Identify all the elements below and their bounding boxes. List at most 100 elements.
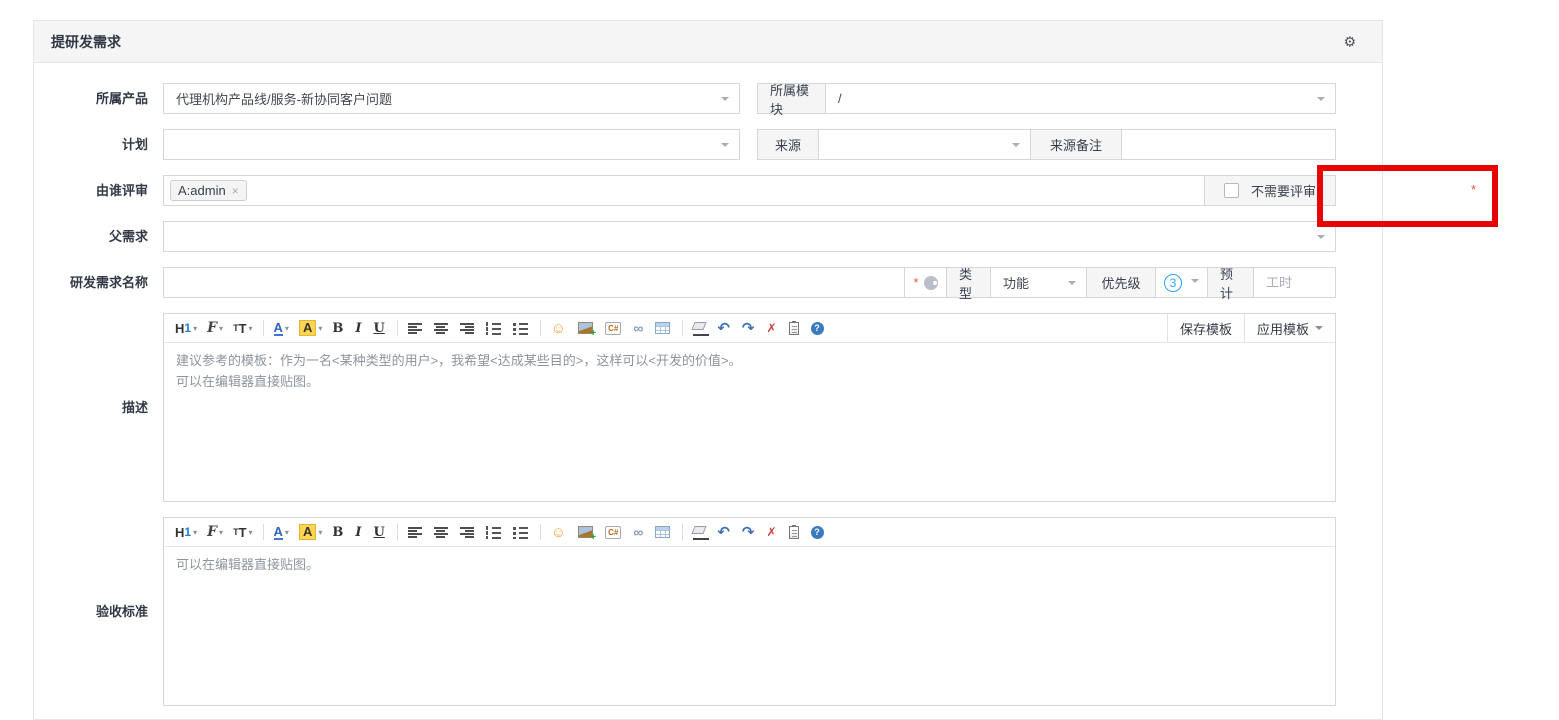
link-icon[interactable]: ∞	[629, 317, 649, 339]
align-left-icon[interactable]	[404, 317, 428, 339]
font-size-icon[interactable]: T T ▾	[229, 317, 256, 339]
apply-template-button[interactable]: 应用模板	[1243, 314, 1335, 342]
product-select[interactable]: 代理机构产品线/服务-新协同客户问题	[163, 83, 740, 114]
acceptance-label: 验收标准	[95, 603, 148, 619]
align-center-icon[interactable]	[430, 521, 454, 543]
font-color-icon[interactable]: A ▾	[270, 317, 293, 339]
table-icon[interactable]	[651, 317, 676, 339]
align-right-icon[interactable]	[456, 521, 480, 543]
priority-select[interactable]: 3	[1155, 267, 1208, 298]
heading-icon[interactable]: H 1 ▾	[171, 521, 201, 543]
color-palette-icon[interactable]	[923, 275, 938, 290]
chevron-down-icon	[1068, 280, 1076, 289]
code-snippet-icon[interactable]: C#	[601, 317, 627, 339]
source-note-input[interactable]	[1134, 130, 1323, 159]
chevron-down-icon: ▾	[193, 323, 198, 333]
highlight-color-icon[interactable]: A ▾	[295, 521, 326, 543]
underline-icon[interactable]: U	[369, 521, 390, 543]
row-product-controls: 代理机构产品线/服务-新协同客户问题 所属模块 /	[163, 83, 1336, 117]
italic-icon[interactable]: I	[351, 317, 367, 339]
emoticon-icon[interactable]: ☺	[547, 317, 572, 339]
reviewer-multiselect[interactable]: A:admin ×	[163, 175, 1205, 206]
undo-icon[interactable]: ↶	[713, 317, 736, 339]
heading-icon[interactable]: H 1 ▾	[171, 317, 201, 339]
redo-icon[interactable]: ↷	[738, 317, 761, 339]
font-family-icon[interactable]: F ▾	[203, 317, 227, 339]
glyph	[485, 321, 501, 335]
font-family-icon[interactable]: F ▾	[203, 521, 227, 543]
story-form: 所属产品 代理机构产品线/服务-新协同客户问题 所属模块 / 计划 来源 来源备…	[34, 63, 1498, 706]
story-name-input[interactable]	[176, 268, 892, 297]
code-snippet-icon[interactable]: C#	[601, 521, 627, 543]
remove-format-icon[interactable]	[689, 317, 711, 339]
remove-tag-icon[interactable]: ×	[232, 184, 239, 198]
chevron-down-icon	[1317, 96, 1325, 105]
story-name-field[interactable]	[163, 267, 905, 298]
template-buttons: 保存模板 应用模板	[1166, 314, 1335, 342]
font-size-icon[interactable]: T T ▾	[229, 521, 256, 543]
fullscreen-icon[interactable]: ✗	[762, 317, 782, 339]
type-select[interactable]: 功能	[990, 267, 1087, 298]
link-icon[interactable]: ∞	[629, 521, 649, 543]
glyph	[691, 322, 707, 330]
plan-select[interactable]	[163, 129, 740, 160]
ordered-list-icon[interactable]	[482, 317, 507, 339]
row-story-name-controls: * 类型 功能 优先级 3 预计	[163, 267, 1336, 301]
save-template-button[interactable]: 保存模板	[1168, 314, 1244, 342]
bold-icon[interactable]: B	[328, 521, 349, 543]
font-color-icon[interactable]: A ▾	[270, 521, 293, 543]
glyph	[788, 524, 799, 539]
description-editor-content[interactable]: 建议参考的模板：作为一名<某种类型的用户>，我希望<达成某些目的>，这样可以<开…	[164, 343, 1335, 501]
align-right-icon[interactable]	[456, 317, 480, 339]
help-icon[interactable]: ?	[807, 317, 830, 339]
fullscreen-icon[interactable]: ✗	[762, 521, 782, 543]
remove-format-icon[interactable]	[689, 521, 711, 543]
source-select[interactable]	[818, 129, 1031, 160]
unordered-list-icon[interactable]	[509, 521, 534, 543]
table-icon[interactable]	[651, 521, 676, 543]
gear-icon[interactable]: ⚙	[1343, 33, 1356, 50]
source-note-field[interactable]	[1121, 129, 1336, 160]
glyph	[459, 526, 474, 538]
redo-icon[interactable]: ↷	[738, 521, 761, 543]
glyph: ↷	[741, 524, 755, 541]
glyph	[578, 526, 596, 543]
highlight-color-icon[interactable]: A ▾	[295, 317, 326, 339]
chevron-down-icon: ▾	[248, 527, 253, 537]
row-reviewer: 由谁评审 A:admin × 不需要评审 *	[34, 165, 1498, 227]
chevron-down-icon	[1315, 326, 1323, 334]
description-editor: 保存模板 应用模板 H 1 ▾ F ▾ T T ▾ A ▾ A ▾ B I U …	[163, 313, 1336, 502]
ordered-list-icon[interactable]	[482, 521, 507, 543]
emoticon-icon[interactable]: ☺	[547, 521, 572, 543]
underline-icon[interactable]: U	[369, 317, 390, 339]
glyph: ↷	[741, 320, 755, 337]
parent-select[interactable]	[163, 221, 1336, 252]
chevron-down-icon: ▾	[248, 323, 253, 333]
estimate-input[interactable]	[1266, 268, 1323, 297]
glyph: H	[175, 320, 185, 336]
reviewer-tag: A:admin ×	[170, 180, 247, 201]
insert-image-icon[interactable]	[574, 317, 599, 339]
align-center-icon[interactable]	[430, 317, 454, 339]
separator	[539, 320, 541, 336]
estimate-field[interactable]	[1253, 267, 1336, 298]
insert-image-icon[interactable]	[574, 521, 599, 543]
acceptance-editor-content[interactable]: 可以在编辑器直接贴图。	[164, 547, 1335, 705]
align-left-icon[interactable]	[404, 521, 428, 543]
italic-icon[interactable]: I	[351, 521, 367, 543]
glyph: ∞	[633, 320, 644, 336]
bold-icon[interactable]: B	[328, 317, 349, 339]
glyph	[433, 322, 448, 334]
undo-icon[interactable]: ↶	[713, 521, 736, 543]
paste-icon[interactable]	[785, 317, 805, 339]
paste-icon[interactable]	[785, 521, 805, 543]
estimate-label: 预计	[1207, 267, 1254, 301]
help-icon[interactable]: ?	[807, 521, 830, 543]
unordered-list-icon[interactable]	[509, 317, 534, 339]
source-label: 来源	[757, 129, 819, 160]
module-select[interactable]: /	[825, 83, 1336, 114]
no-review-checkbox[interactable]	[1223, 183, 1239, 198]
description-editor-toolbar: 保存模板 应用模板 H 1 ▾ F ▾ T T ▾ A ▾ A ▾ B I U …	[164, 314, 1335, 343]
apply-template-label: 应用模板	[1256, 321, 1309, 337]
glyph: ?	[810, 525, 824, 539]
